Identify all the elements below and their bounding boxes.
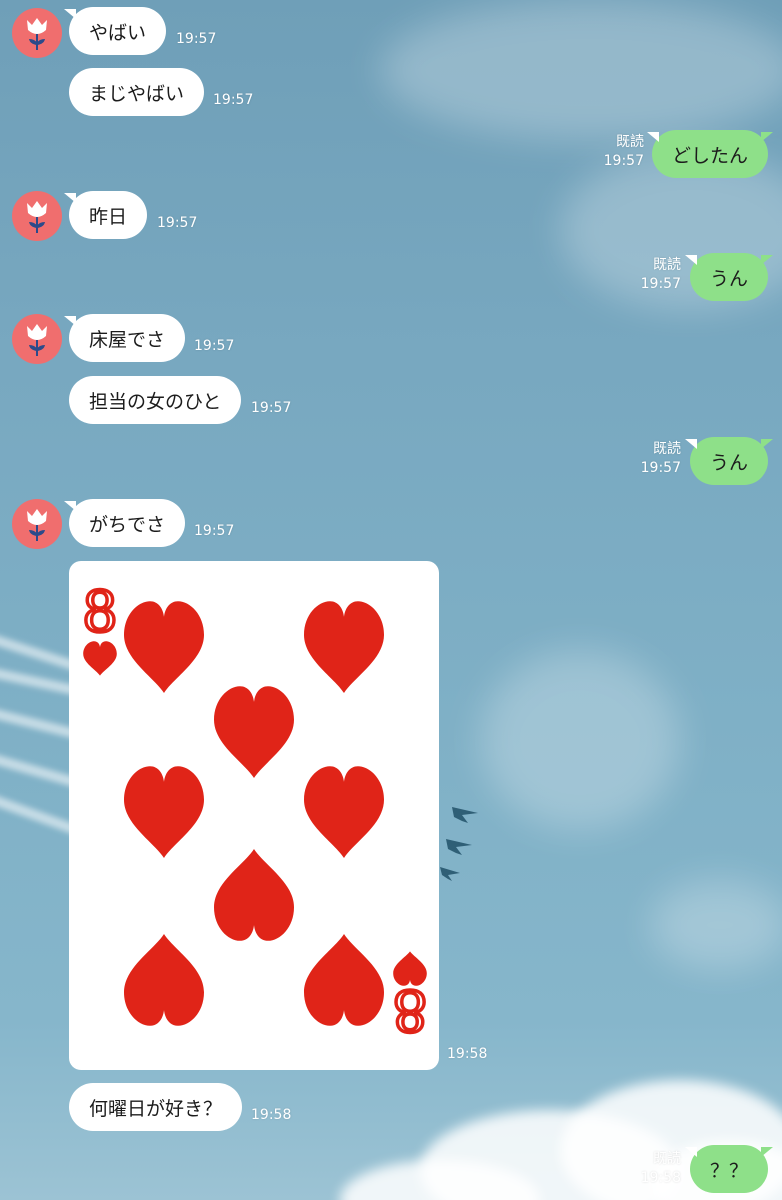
heart-pip-icon — [124, 601, 204, 694]
incoming-message-bubble[interactable]: 床屋でさ — [63, 314, 186, 362]
message-timestamp: 19:57 — [640, 460, 681, 476]
heart-pip-icon — [304, 601, 384, 694]
read-status: 既読 19:57 — [641, 256, 681, 294]
contact-avatar[interactable] — [12, 191, 62, 241]
message-text: 昨日 — [89, 205, 128, 228]
message-timestamp: 19:57 — [213, 92, 254, 108]
read-receipt: 既読 — [616, 134, 644, 150]
message-text: がちでさ — [89, 513, 166, 536]
message-text: 担当の女のひと — [89, 390, 222, 413]
outgoing-message-bubble[interactable]: うん — [684, 437, 774, 485]
message-text: やばい — [89, 21, 147, 44]
message-timestamp: 19:57 — [251, 400, 292, 416]
outgoing-message-bubble[interactable]: ？？ — [684, 1145, 774, 1193]
message-timestamp: 19:57 — [194, 523, 235, 539]
image-message-playing-card[interactable]: 8 8 — [69, 561, 439, 1070]
incoming-message-bubble[interactable]: 担当の女のひと — [69, 376, 242, 424]
message-timestamp: 19:58 — [640, 1170, 681, 1186]
message-text: ？？ — [709, 1159, 748, 1182]
message-text: うん — [709, 451, 748, 474]
read-receipt: 既読 — [653, 257, 681, 273]
heart-pip-icon — [124, 933, 204, 1026]
message-timestamp: 19:57 — [157, 215, 198, 231]
contact-avatar[interactable] — [12, 8, 62, 58]
contact-avatar[interactable] — [12, 314, 62, 364]
read-status: 既読 19:58 — [641, 1150, 681, 1188]
incoming-message-bubble[interactable]: やばい — [63, 7, 167, 55]
message-timestamp: 19:57 — [176, 31, 217, 47]
read-status: 既読 19:57 — [604, 133, 644, 171]
message-timestamp: 19:57 — [603, 153, 644, 169]
message-text: 何曜日が好き？ — [89, 1097, 223, 1120]
red-tulip-icon — [27, 324, 47, 356]
message-text: まじやばい — [89, 82, 185, 105]
read-receipt: 既読 — [653, 1151, 681, 1167]
heart-pip-icon — [214, 686, 294, 779]
red-tulip-icon — [27, 18, 47, 50]
red-tulip-icon — [27, 509, 47, 541]
read-receipt: 既読 — [653, 441, 681, 457]
message-text: 床屋でさ — [89, 328, 166, 351]
message-timestamp: 19:57 — [194, 338, 235, 354]
message-timestamp: 19:58 — [447, 1046, 488, 1062]
eight-of-hearts-card-icon: 8 8 — [80, 578, 429, 1044]
heart-pip-icon — [214, 848, 294, 941]
incoming-message-bubble[interactable]: 何曜日が好き？ — [69, 1083, 243, 1131]
incoming-message-bubble[interactable]: がちでさ — [63, 499, 186, 547]
heart-pip-icon — [124, 766, 204, 859]
heart-pip-icon — [304, 766, 384, 859]
outgoing-message-bubble[interactable]: どしたん — [646, 130, 774, 178]
heart-pip-icon — [304, 933, 384, 1026]
read-status: 既読 19:57 — [641, 440, 681, 478]
card-rank-bottom: 8 — [392, 977, 428, 1042]
message-text: うん — [709, 267, 748, 290]
incoming-message-bubble[interactable]: 昨日 — [63, 191, 148, 239]
outgoing-message-bubble[interactable]: うん — [684, 253, 774, 301]
card-rank-top: 8 — [82, 580, 118, 645]
incoming-message-bubble[interactable]: まじやばい — [69, 68, 205, 116]
jets-icon — [440, 807, 478, 881]
message-timestamp: 19:58 — [251, 1107, 292, 1123]
message-timestamp: 19:57 — [640, 276, 681, 292]
red-tulip-icon — [27, 201, 47, 233]
message-text: どしたん — [671, 144, 748, 167]
contact-avatar[interactable] — [12, 499, 62, 549]
